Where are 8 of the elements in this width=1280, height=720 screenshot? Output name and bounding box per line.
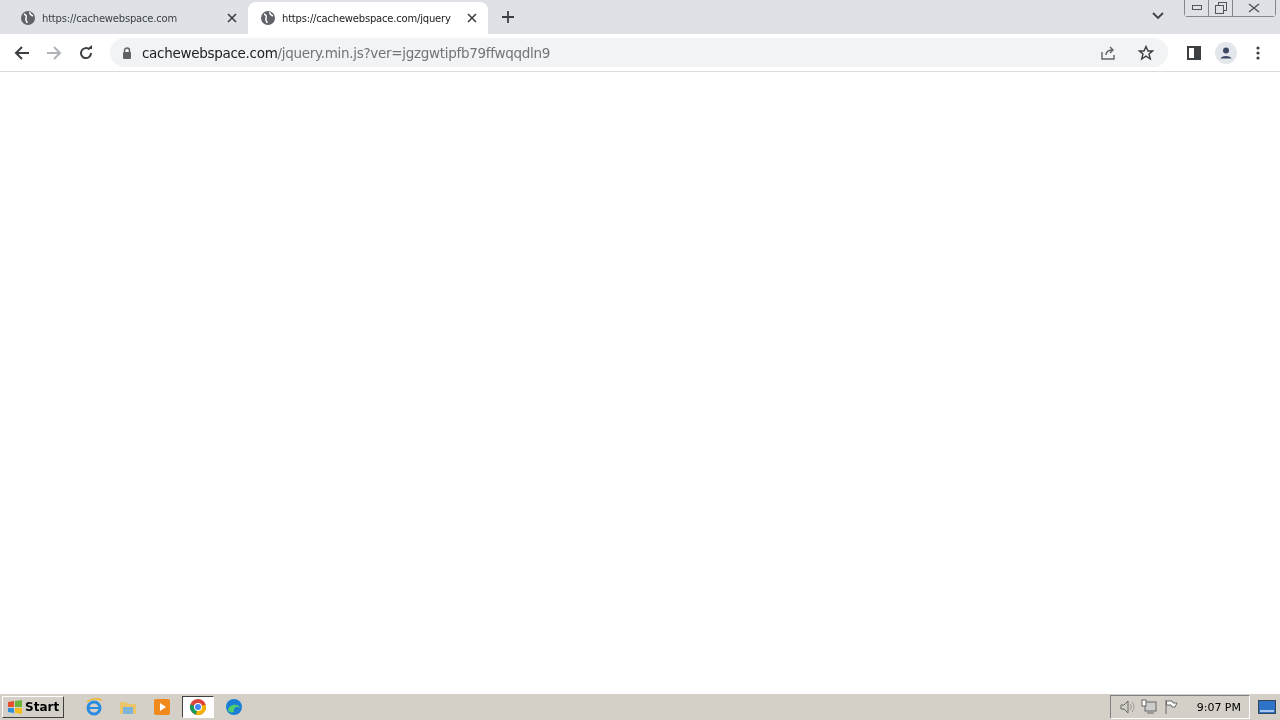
clock-time[interactable]: 9:07 PM: [1196, 700, 1241, 714]
browser-tab[interactable]: https://cachewebspace.com/jquery: [248, 2, 488, 34]
browser-tab[interactable]: https://cachewebspace.com: [8, 2, 248, 34]
url-text: cachewebspace.com/jquery.min.js?ver=jgzgwtipfb79ffwqqdln9: [142, 44, 551, 61]
address-bar[interactable]: cachewebspace.com/jquery.min.js?ver=jgzgwtipfb79ffwqqdln9: [110, 38, 1168, 67]
start-button[interactable]: Start: [2, 696, 65, 718]
tab-title: https://cachewebspace.com: [42, 12, 178, 24]
tab-title: https://cachewebspace.com/jquery: [282, 12, 452, 24]
